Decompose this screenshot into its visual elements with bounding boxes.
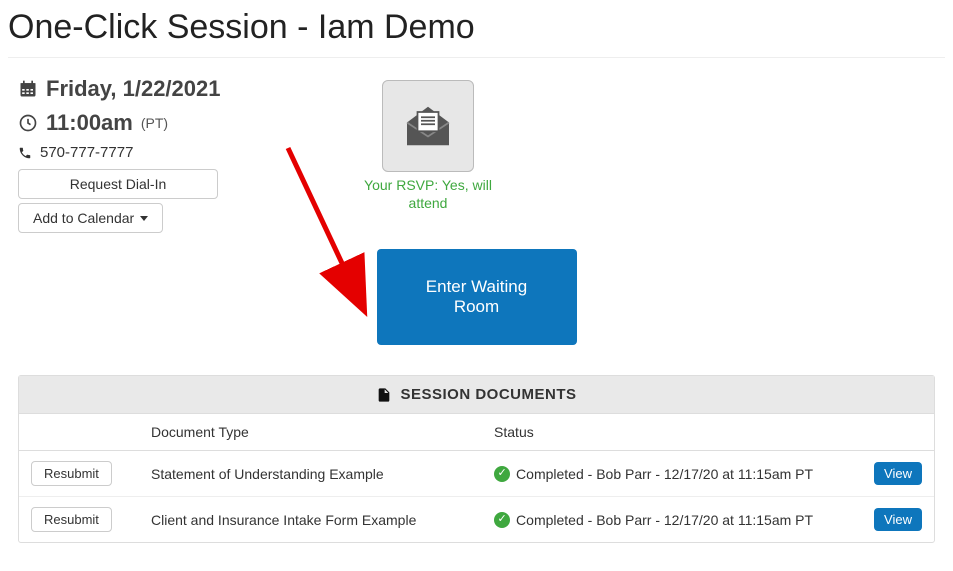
col-action-header (19, 414, 139, 451)
col-view-header (862, 414, 934, 451)
documents-table: Document Type Status Resubmit Statement o… (19, 414, 934, 542)
add-to-calendar-label: Add to Calendar (33, 210, 134, 226)
document-type-cell: Client and Insurance Intake Form Example (139, 497, 482, 543)
session-timezone: (PT) (141, 115, 168, 131)
envelope-open-icon (400, 98, 456, 154)
session-date: Friday, 1/22/2021 (46, 76, 221, 102)
resubmit-button[interactable]: Resubmit (31, 507, 112, 532)
view-button[interactable]: View (874, 462, 922, 485)
check-circle-icon: ✓ (494, 466, 510, 482)
documents-icon (376, 387, 392, 403)
session-documents-title: SESSION DOCUMENTS (400, 386, 576, 403)
enter-waiting-room-button[interactable]: Enter Waiting Room (377, 249, 577, 345)
add-to-calendar-dropdown[interactable]: Add to Calendar (18, 203, 163, 233)
document-type-cell: Statement of Understanding Example (139, 451, 482, 497)
check-circle-icon: ✓ (494, 512, 510, 528)
phone-icon (18, 146, 32, 160)
rsvp-status-text: Your RSVP: Yes, will attend (358, 176, 498, 212)
page-title: One-Click Session - Iam Demo (8, 8, 945, 58)
col-status-header: Status (482, 414, 862, 451)
status-text: Completed - Bob Parr - 12/17/20 at 11:15… (516, 512, 813, 528)
clock-icon (18, 113, 38, 133)
request-dialin-button[interactable]: Request Dial-In (18, 169, 218, 199)
col-doctype-header: Document Type (139, 414, 482, 451)
calendar-icon (18, 79, 38, 99)
status-text: Completed - Bob Parr - 12/17/20 at 11:15… (516, 466, 813, 482)
caret-down-icon (140, 216, 148, 221)
rsvp-envelope-tile[interactable] (382, 80, 474, 172)
view-button[interactable]: View (874, 508, 922, 531)
table-row: Resubmit Statement of Understanding Examp… (19, 451, 934, 497)
table-row: Resubmit Client and Insurance Intake Form… (19, 497, 934, 543)
session-phone: 570-777-7777 (40, 144, 133, 161)
session-documents-panel: SESSION DOCUMENTS Document Type Status R… (18, 375, 935, 543)
session-time: 11:00am (46, 110, 133, 136)
resubmit-button[interactable]: Resubmit (31, 461, 112, 486)
